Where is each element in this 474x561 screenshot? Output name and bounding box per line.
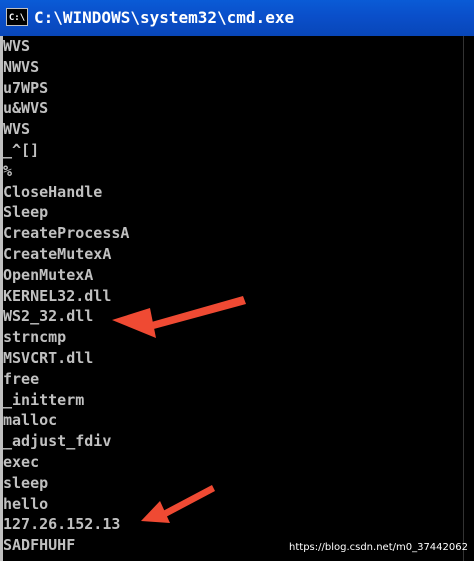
watermark-text: https://blog.csdn.net/m0_37442062 (289, 542, 468, 553)
arrow-icon-ws2-32 (112, 296, 246, 338)
annotation-arrows (112, 296, 246, 523)
cmd-window: C:\ C:\WINDOWS\system32\cmd.exe WVS NWVS… (0, 0, 474, 561)
arrow-icon-ip-address (141, 485, 215, 523)
